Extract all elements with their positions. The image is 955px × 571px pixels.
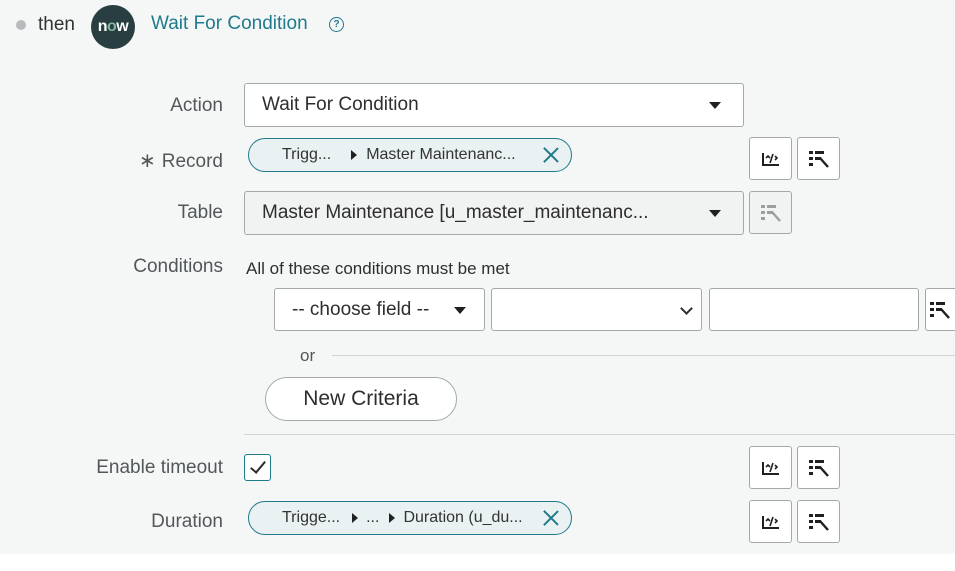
breadcrumb-arrow-icon — [351, 150, 358, 160]
action-select-value: Wait For Condition — [262, 94, 419, 115]
record-label: ∗ Record — [139, 148, 223, 173]
step-status-dot — [16, 20, 26, 30]
dropdown-caret-icon — [709, 210, 721, 217]
script-icon — [761, 515, 779, 529]
table-select-value: Master Maintenance [u_master_maintenanc.… — [262, 202, 649, 223]
duration-pill-last: Duration (u_du... — [403, 509, 523, 526]
or-divider-label: or — [300, 346, 316, 365]
close-icon[interactable] — [541, 145, 561, 165]
help-icon[interactable]: ? — [329, 17, 344, 32]
data-pill-picker-icon — [808, 150, 829, 168]
conditions-label: Conditions — [133, 256, 223, 277]
or-divider-line — [332, 355, 955, 356]
step-connector-label: then — [38, 14, 75, 35]
table-label: Table — [177, 202, 223, 223]
data-pill-picker-icon — [929, 301, 950, 319]
duration-script-button[interactable] — [749, 500, 792, 543]
script-icon — [761, 461, 779, 475]
timeout-pill-picker-button[interactable] — [797, 446, 840, 489]
action-select[interactable]: Wait For Condition — [244, 83, 744, 127]
script-icon — [761, 152, 779, 166]
dropdown-caret-icon — [454, 306, 466, 314]
condition-field-select[interactable]: -- choose field -- — [274, 288, 485, 331]
record-label-text: Record — [161, 151, 223, 172]
breadcrumb-arrow-icon — [352, 513, 359, 523]
data-pill-picker-icon — [808, 513, 829, 531]
enable-timeout-label: Enable timeout — [96, 457, 223, 478]
data-pill-picker-icon — [760, 204, 781, 222]
table-select[interactable]: Master Maintenance [u_master_maintenanc.… — [244, 191, 744, 235]
timeout-script-button[interactable] — [749, 446, 792, 489]
duration-data-pill[interactable]: Trigge... ... Duration (u_du... — [248, 501, 572, 535]
condition-field-value: -- choose field -- — [292, 298, 430, 320]
section-divider — [244, 434, 955, 435]
enable-timeout-checkbox[interactable] — [244, 454, 271, 481]
flow-step-panel: then now Wait For Condition ? Action Wai… — [0, 0, 955, 554]
servicenow-logo: now — [91, 5, 135, 49]
chevron-down-icon — [680, 301, 693, 315]
table-pill-picker-button[interactable] — [749, 191, 792, 234]
action-label: Action — [170, 95, 223, 116]
record-script-button[interactable] — [749, 137, 792, 180]
record-pill-picker-button[interactable] — [797, 137, 840, 180]
duration-label: Duration — [151, 511, 223, 532]
conditions-description: All of these conditions must be met — [246, 259, 510, 278]
dropdown-caret-icon — [709, 102, 721, 109]
record-pill-first: Trigg... — [282, 146, 332, 163]
data-pill-picker-icon — [808, 459, 829, 477]
condition-operator-select[interactable] — [491, 288, 702, 331]
required-marker: ∗ — [138, 150, 156, 172]
record-data-pill[interactable]: Trigg... Master Maintenanc... — [248, 138, 572, 172]
condition-pill-picker-button[interactable] — [925, 288, 955, 331]
duration-pill-picker-button[interactable] — [797, 500, 840, 543]
breadcrumb-arrow-icon — [389, 513, 396, 523]
duration-pill-first: Trigge... — [282, 509, 341, 526]
duration-pill-middle: ... — [366, 509, 380, 526]
condition-value-input[interactable] — [709, 288, 919, 331]
step-title-link[interactable]: Wait For Condition — [151, 13, 308, 35]
close-icon[interactable] — [541, 508, 561, 528]
record-pill-last: Master Maintenanc... — [366, 146, 516, 163]
new-criteria-button[interactable]: New Criteria — [265, 377, 457, 421]
